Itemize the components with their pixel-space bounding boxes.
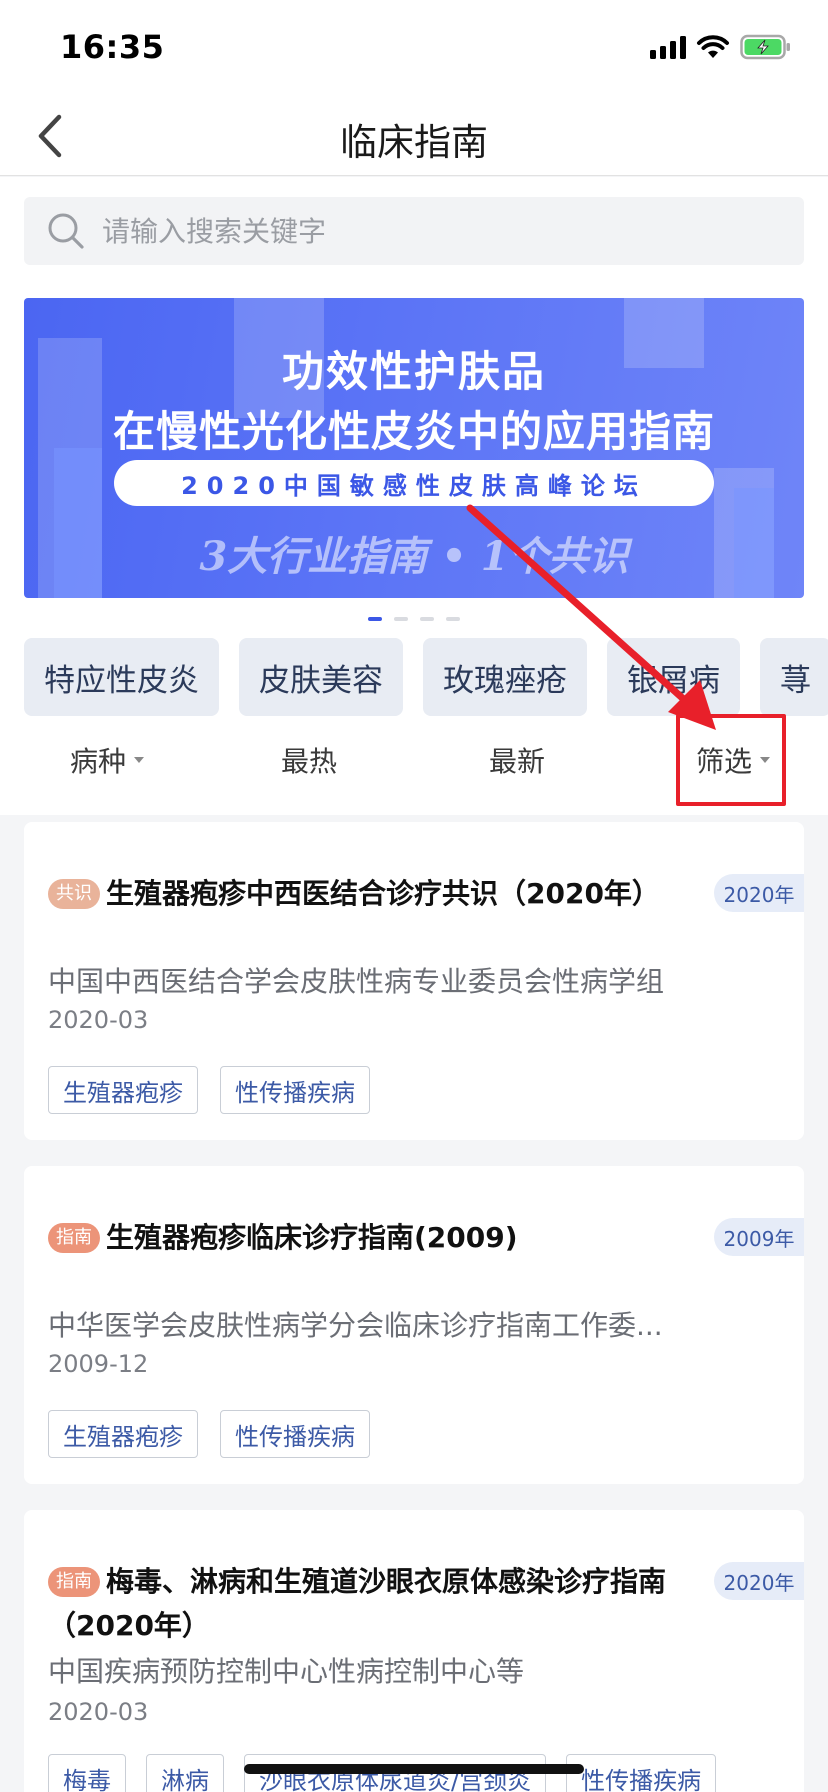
banner-carousel[interactable]: 功效性护肤品 在慢性光化性皮炎中的应用指南 2020中国敏感性皮肤高峰论坛 3大…: [24, 298, 804, 598]
search-icon: [48, 213, 84, 249]
category-chip-psoriasis[interactable]: 银屑病: [607, 638, 740, 716]
banner-title-line1: 功效性护肤品: [281, 347, 546, 396]
carousel-dot[interactable]: [394, 617, 408, 621]
page-title: 临床指南: [340, 121, 488, 164]
sort-hot[interactable]: 最热: [281, 740, 337, 780]
disease-tag[interactable]: 生殖器疱疹: [48, 1410, 198, 1458]
guide-date: 2009-12: [48, 1350, 149, 1378]
guide-date: 2020-03: [48, 1006, 149, 1034]
carousel-dot[interactable]: [368, 617, 382, 621]
battery-charging-icon: [740, 34, 790, 60]
disease-tag[interactable]: 梅毒: [48, 1754, 126, 1792]
guide-date: 2020-03: [48, 1698, 149, 1726]
banner-section: 功效性护肤品 在慢性光化性皮炎中的应用指南 2020中国敏感性皮肤高峰论坛 3大…: [0, 280, 828, 630]
category-chip-urticaria[interactable]: 荨: [760, 638, 828, 716]
category-chips: 特应性皮炎 皮肤美容 玫瑰痤疮 银屑病 荨: [0, 630, 828, 720]
status-icons: [650, 34, 792, 60]
guide-tags: 生殖器疱疹 性传播疾病: [48, 1066, 370, 1114]
carousel-indicator: [0, 617, 828, 621]
wifi-icon: [697, 35, 729, 58]
year-tag: 2020年: [714, 874, 804, 912]
guide-card[interactable]: 指南 梅毒、淋病和生殖道沙眼衣原体感染诊疗指南（2020年） 2020年 中国疾病…: [24, 1510, 804, 1792]
guide-title-row: 指南 梅毒、淋病和生殖道沙眼衣原体感染诊疗指南（2020年）: [48, 1560, 708, 1648]
guide-organization: 中华医学会皮肤性病学分会临床诊疗指南工作委...: [48, 1309, 663, 1342]
guide-title: 生殖器疱疹临床诊疗指南(2009): [106, 1221, 518, 1254]
year-tag: 2009年: [714, 1218, 804, 1256]
year-tag: 2020年: [714, 1562, 804, 1600]
guide-title: 梅毒、淋病和生殖道沙眼衣原体感染诊疗指南（2020年）: [48, 1565, 667, 1642]
sort-disease-dropdown[interactable]: 病种: [70, 740, 145, 780]
carousel-dot[interactable]: [420, 617, 434, 621]
disease-tag[interactable]: 性传播疾病: [220, 1066, 370, 1114]
status-bar: 16:35: [0, 0, 828, 100]
sort-latest-label: 最新: [489, 745, 546, 778]
disease-tag[interactable]: 淋病: [146, 1754, 224, 1792]
banner-slogan: 3大行业指南 • 1个共识: [199, 533, 629, 580]
guide-type-badge: 共识: [48, 879, 100, 909]
guide-title: 生殖器疱疹中西医结合诊疗共识（2020年）: [106, 877, 660, 910]
guide-organization: 中国疾病预防控制中心性病控制中心等: [48, 1655, 525, 1688]
category-chip-atopic-dermatitis[interactable]: 特应性皮炎: [24, 638, 219, 716]
guide-card[interactable]: 指南 生殖器疱疹临床诊疗指南(2009) 2009年 中华医学会皮肤性病学分会临床…: [24, 1166, 804, 1484]
disease-tag[interactable]: 性传播疾病: [220, 1410, 370, 1458]
search-area: [0, 177, 828, 280]
banner-event-pill: 2020中国敏感性皮肤高峰论坛: [114, 460, 714, 506]
caret-down-icon: [134, 757, 145, 763]
sort-hot-label: 最热: [281, 745, 338, 778]
nav-bar: 临床指南: [0, 100, 828, 176]
guide-type-badge: 指南: [48, 1223, 100, 1253]
guide-tags: 生殖器疱疹 性传播疾病: [48, 1410, 370, 1458]
search-input[interactable]: [102, 214, 782, 248]
disease-tag[interactable]: 性传播疾病: [566, 1754, 717, 1792]
guide-type-badge: 指南: [48, 1567, 100, 1597]
guide-card[interactable]: 共识 生殖器疱疹中西医结合诊疗共识（2020年） 2020年 中国中西医结合学会皮…: [24, 822, 804, 1140]
status-time: 16:35: [60, 28, 165, 66]
home-indicator: [244, 1764, 584, 1774]
sort-disease-label: 病种: [70, 745, 127, 778]
search-box[interactable]: [24, 197, 804, 265]
carousel-dot[interactable]: [446, 617, 460, 621]
guide-organization: 中国中西医结合学会皮肤性病专业委员会性病学组: [48, 965, 665, 998]
banner-title-line2: 在慢性光化性皮炎中的应用指南: [112, 407, 715, 456]
sort-latest[interactable]: 最新: [489, 740, 545, 780]
guide-title-row: 指南 生殖器疱疹临床诊疗指南(2009): [48, 1216, 708, 1260]
disease-tag[interactable]: 生殖器疱疹: [48, 1066, 198, 1114]
guide-title-row: 共识 生殖器疱疹中西医结合诊疗共识（2020年）: [48, 872, 708, 916]
category-chip-skin-beauty[interactable]: 皮肤美容: [239, 638, 403, 716]
category-chip-rosacea[interactable]: 玫瑰痤疮: [423, 638, 587, 716]
signal-icon: [650, 35, 686, 59]
annotation-highlight-box: [676, 714, 786, 806]
